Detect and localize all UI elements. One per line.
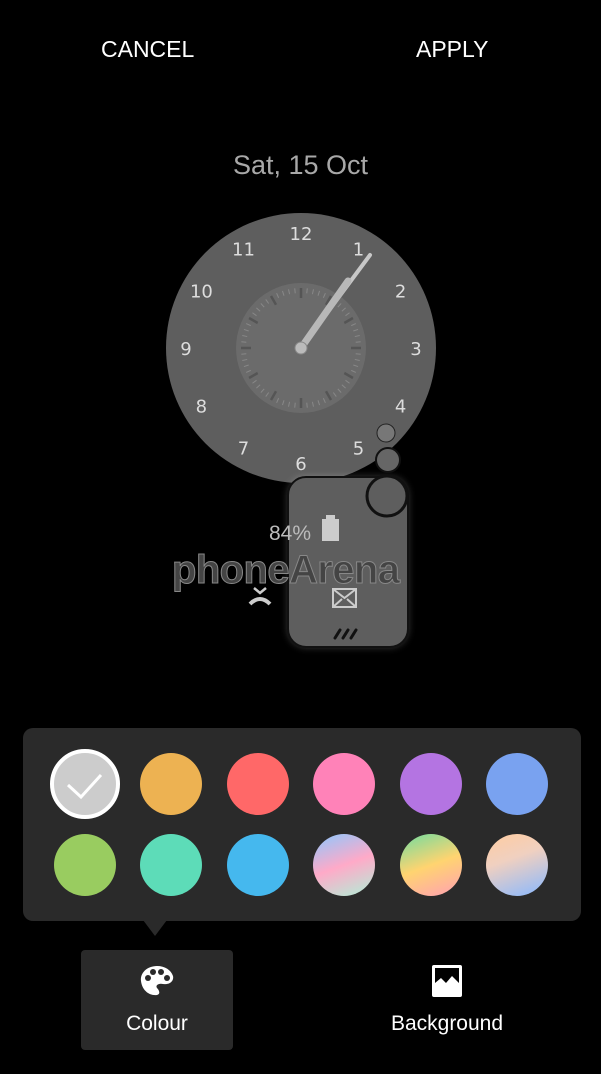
panel-pointer [143,920,167,936]
palette-icon [140,966,174,996]
tab-colour-label: Colour [126,1012,188,1035]
clock-number: 5 [353,439,364,460]
clock-number: 8 [196,397,207,418]
hand-pivot [294,341,308,355]
clock-number: 1 [353,239,364,260]
clock-tick [306,288,308,294]
colour-swatch-blue[interactable] [486,753,548,815]
clock-tick [241,341,247,343]
colour-swatch-gradient-green-yellow-pink[interactable] [400,834,462,896]
clock-number: 4 [395,397,406,418]
clock-tick [294,402,296,408]
colour-swatch-sky[interactable] [227,834,289,896]
colour-swatch-gradient-blue-pink-mint[interactable] [313,834,375,896]
clock-tick [355,341,361,343]
tab-colour[interactable]: Colour [81,950,233,1050]
image-icon [432,965,462,997]
clock-number: 11 [232,239,255,260]
clock-tick [294,288,296,294]
colour-swatch-green[interactable] [54,834,116,896]
colour-swatch-red[interactable] [227,753,289,815]
bubble-large [365,474,409,518]
clock-number: 6 [295,454,306,475]
clock-number: 3 [410,339,421,360]
bubble-medium [375,447,401,473]
colour-swatch-pink[interactable] [313,753,375,815]
clock-number: 2 [395,282,406,303]
tab-background[interactable]: Background [371,950,523,1050]
clock-preview: 121234567891011 84% phoneArena [166,213,436,648]
colour-swatch-grey[interactable] [50,749,120,819]
watermark-logo: phoneArena [172,548,401,592]
clock-number: 7 [238,439,249,460]
clock-number: 10 [190,282,213,303]
clock-number: 12 [290,224,313,245]
colour-swatch-mint[interactable] [140,834,202,896]
clock-tick [355,353,361,355]
colour-swatch-purple[interactable] [400,753,462,815]
clock-tick [241,353,247,355]
colour-swatch-gradient-peach-blue[interactable] [486,834,548,896]
bubble-small [376,423,396,443]
tab-background-label: Background [390,1012,504,1035]
colour-swatch-orange[interactable] [140,753,202,815]
clock-tick [306,402,308,408]
clock-number: 9 [180,339,191,360]
battery-percent: 84% [269,522,311,545]
checkmark-icon [66,773,103,800]
